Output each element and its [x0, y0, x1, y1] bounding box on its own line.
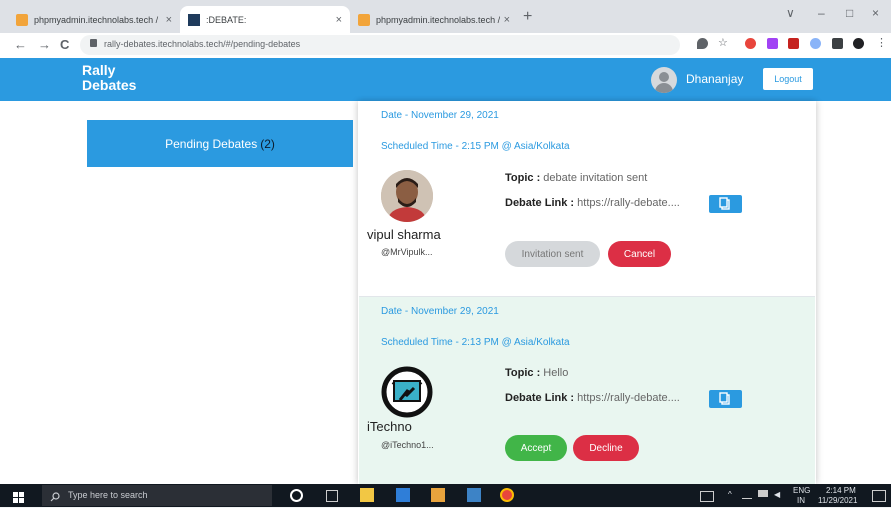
- search-icon: [50, 489, 60, 502]
- opponent-handle: @MrVipulk...: [381, 247, 433, 257]
- extension-icon[interactable]: [745, 38, 756, 49]
- debate-date: Date - November 29, 2021: [381, 110, 499, 121]
- task-view-icon[interactable]: [326, 490, 338, 502]
- keyboard-icon[interactable]: [700, 491, 714, 502]
- topic-label: Topic :: [505, 367, 541, 379]
- debate-date: Date - November 29, 2021: [381, 306, 499, 317]
- debate-topic: Topic : debate invitation sent: [505, 172, 647, 184]
- opponent-handle: @iTechno1...: [381, 440, 434, 450]
- new-tab-button[interactable]: +: [523, 8, 532, 26]
- user-avatar[interactable]: [651, 67, 677, 93]
- debate-link: Debate Link : https://rally-debate....: [505, 197, 680, 209]
- tab-close-icon[interactable]: ×: [166, 14, 172, 26]
- debate-link-value[interactable]: https://rally-debate....: [577, 392, 680, 404]
- lock-icon: [90, 39, 97, 47]
- menu-icon[interactable]: ⋮: [876, 36, 887, 49]
- copy-icon: [719, 392, 730, 405]
- phpmyadmin-favicon-icon: [16, 13, 28, 26]
- language-indicator[interactable]: ENG: [793, 486, 810, 495]
- debate-topic: Topic : Hello: [505, 367, 568, 379]
- cancel-button[interactable]: Cancel: [608, 241, 671, 267]
- phpmyadmin-favicon-icon: [358, 13, 370, 26]
- clock-date[interactable]: 11/29/2021: [818, 496, 857, 505]
- clock-time[interactable]: 2:14 PM: [826, 486, 856, 495]
- opponent-name: iTechno: [367, 419, 412, 434]
- sidebar-item-pending-debates[interactable]: Pending Debates (2): [87, 120, 353, 167]
- url-text[interactable]: rally-debates.itechnolabs.tech/#/pending…: [104, 39, 300, 49]
- chrome-icon[interactable]: [500, 488, 514, 502]
- tab-title: phpmyadmin.itechnolabs.tech /: [34, 14, 159, 25]
- tab-close-icon[interactable]: ×: [336, 14, 342, 26]
- back-icon[interactable]: ←: [14, 37, 27, 52]
- debate-scheduled-time: Scheduled Time - 2:15 PM @ Asia/Kolkata: [381, 141, 570, 152]
- location-icon[interactable]: [697, 38, 708, 49]
- reload-icon[interactable]: C: [60, 37, 69, 52]
- bookmark-star-icon[interactable]: ☆: [718, 36, 729, 49]
- app-icon[interactable]: [467, 488, 481, 502]
- sublime-icon[interactable]: [431, 488, 445, 502]
- topic-value: Hello: [543, 367, 569, 379]
- accept-button[interactable]: Accept: [505, 435, 567, 461]
- maximize-icon[interactable]: □: [846, 6, 853, 20]
- extension-pen-icon[interactable]: [767, 38, 778, 49]
- opponent-avatar: [381, 170, 433, 222]
- logo[interactable]: Rally: [82, 63, 115, 77]
- copy-link-button[interactable]: [709, 195, 742, 213]
- mail-icon[interactable]: [396, 488, 410, 502]
- logout-button[interactable]: Logout: [763, 68, 813, 90]
- profile-icon[interactable]: [853, 38, 864, 49]
- volume-icon[interactable]: ◀: [774, 490, 780, 499]
- username[interactable]: Dhananjay: [686, 72, 743, 86]
- debate-link-label: Debate Link :: [505, 197, 575, 209]
- close-window-icon[interactable]: ×: [872, 6, 879, 20]
- debate-scheduled-time: Scheduled Time - 2:13 PM @ Asia/Kolkata: [381, 337, 570, 348]
- opponent-avatar: [381, 366, 433, 418]
- debate-link-value[interactable]: https://rally-debate....: [577, 197, 680, 209]
- browser-tab-debate[interactable]: :DEBATE: ×: [180, 6, 350, 33]
- extension-icon[interactable]: [810, 38, 821, 49]
- debate-favicon-icon: [188, 13, 200, 26]
- file-explorer-icon[interactable]: [360, 488, 374, 502]
- topic-label: Topic :: [505, 172, 541, 184]
- browser-tab-phpmyadmin-1[interactable]: phpmyadmin.itechnolabs.tech / ×: [8, 6, 180, 33]
- sidebar-item-label: Pending Debates: [165, 136, 258, 151]
- extension-grid-icon[interactable]: [788, 38, 799, 49]
- tab-title: :DEBATE:: [206, 14, 247, 25]
- network-icon[interactable]: [742, 490, 752, 499]
- extensions-puzzle-icon[interactable]: [832, 38, 843, 49]
- debate-link-label: Debate Link :: [505, 392, 575, 404]
- language-region[interactable]: IN: [797, 496, 805, 505]
- minimize-icon[interactable]: –: [818, 6, 825, 20]
- topic-value: debate invitation sent: [543, 172, 648, 184]
- cortana-icon[interactable]: [290, 489, 303, 502]
- forward-icon[interactable]: →: [38, 37, 51, 52]
- windows-start-icon[interactable]: [13, 490, 24, 503]
- pending-count-badge: (2): [260, 136, 275, 151]
- battery-icon[interactable]: [758, 490, 768, 497]
- tab-close-icon[interactable]: ×: [504, 14, 510, 26]
- opponent-name: vipul sharma: [367, 227, 441, 242]
- copy-link-button[interactable]: [709, 390, 742, 408]
- taskbar-search-placeholder: Type here to search: [68, 490, 148, 500]
- browser-tab-phpmyadmin-2[interactable]: phpmyadmin.itechnolabs.tech / l ×: [350, 6, 518, 33]
- debate-link: Debate Link : https://rally-debate....: [505, 392, 680, 404]
- tab-title: phpmyadmin.itechnolabs.tech / l: [376, 14, 500, 25]
- notifications-icon[interactable]: [872, 490, 886, 502]
- debate-card: Date - November 29, 2021 Scheduled Time …: [359, 297, 815, 484]
- invitation-sent-button[interactable]: Invitation sent: [505, 241, 600, 267]
- tab-search-icon[interactable]: ∨: [786, 6, 795, 20]
- debate-card: Date - November 29, 2021 Scheduled Time …: [359, 101, 815, 297]
- logo[interactable]: Debates: [82, 78, 136, 92]
- tray-chevron-icon[interactable]: ^: [728, 490, 732, 499]
- decline-button[interactable]: Decline: [573, 435, 639, 461]
- copy-icon: [719, 197, 730, 210]
